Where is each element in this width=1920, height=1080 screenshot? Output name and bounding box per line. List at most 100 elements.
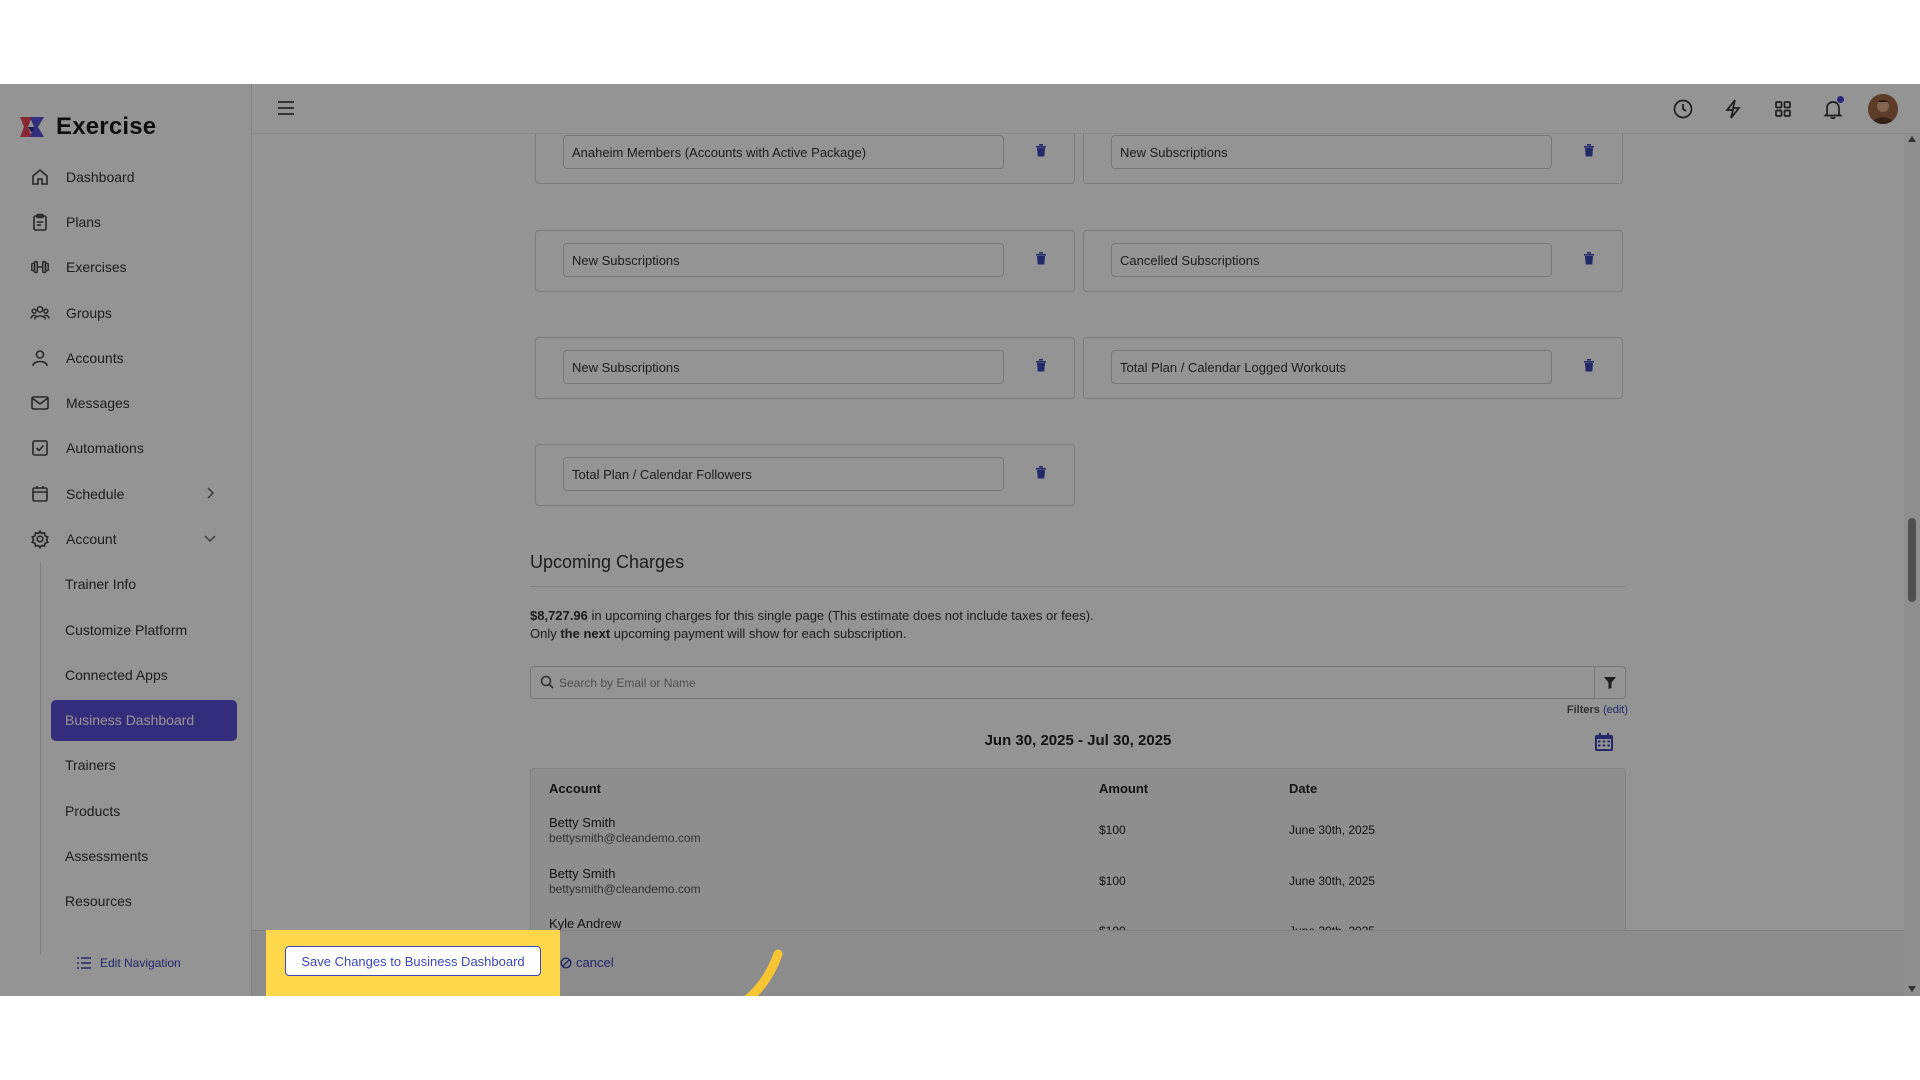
notification-dot xyxy=(1837,96,1844,103)
scrollbar[interactable] xyxy=(1904,134,1920,996)
widget-card: New Subscriptions xyxy=(535,230,1075,292)
trash-icon[interactable] xyxy=(1583,143,1595,162)
avatar[interactable] xyxy=(1868,94,1898,124)
sidebar-item-label: Plans xyxy=(66,213,102,230)
sidebar-item-groups[interactable]: Groups xyxy=(0,290,252,335)
highlight-frame: Save Changes to Business Dashboard xyxy=(266,930,560,996)
widget-card: Total Plan / Calendar Followers xyxy=(535,444,1075,506)
sidebar-item-schedule[interactable]: Schedule xyxy=(0,471,252,516)
mail-icon xyxy=(30,393,50,413)
filters-edit-link[interactable]: (edit) xyxy=(1603,704,1628,716)
sidebar-item-business-dashboard[interactable]: Business Dashboard xyxy=(51,699,237,741)
upcoming-summary-text: in upcoming charges for this single page… xyxy=(587,608,1094,623)
scroll-up-icon[interactable] xyxy=(1908,136,1916,142)
clock-icon[interactable] xyxy=(1668,94,1698,124)
column-header-account: Account xyxy=(549,781,601,796)
chevron-right-icon[interactable] xyxy=(202,485,218,501)
sidebar-item-accounts[interactable]: Accounts xyxy=(0,335,252,380)
trash-icon[interactable] xyxy=(1583,358,1595,377)
app-name: Exercise xyxy=(56,113,157,140)
filters-label: Filters (edit) xyxy=(1567,704,1628,716)
sidebar-item-label: Groups xyxy=(66,304,112,321)
row-amount: $100 xyxy=(1099,874,1126,888)
sidebar-item-label: Accounts xyxy=(66,349,124,366)
filter-button[interactable] xyxy=(1594,667,1625,698)
logo-icon xyxy=(18,113,46,141)
sidebar-item-messages[interactable]: Messages xyxy=(0,380,252,425)
trash-icon[interactable] xyxy=(1583,251,1595,270)
dumbbell-icon xyxy=(30,257,50,277)
top-bar xyxy=(252,84,1920,134)
row-date: June 30th, 2025 xyxy=(1289,874,1376,888)
sidebar-item-label: Automations xyxy=(66,440,144,457)
widget-select[interactable]: Total Plan / Calendar Logged Workouts xyxy=(1111,350,1552,384)
widget-select[interactable]: Cancelled Subscriptions xyxy=(1111,243,1552,277)
edit-navigation-link[interactable]: Edit Navigation xyxy=(76,956,181,970)
sidebar-item-customize-platform[interactable]: Customize Platform xyxy=(0,607,252,652)
home-icon xyxy=(30,167,50,187)
filter-icon xyxy=(1604,676,1616,689)
row-email: bettysmith@cleandemo.com xyxy=(549,882,701,896)
sidebar-item-dashboard[interactable]: Dashboard xyxy=(0,154,252,199)
app-logo[interactable]: Exercise xyxy=(18,112,156,142)
sidebar-item-automations[interactable]: Automations xyxy=(0,426,252,471)
row-email: bettysmith@cleandemo.com xyxy=(549,831,701,845)
row-name: Betty Smith xyxy=(549,866,616,881)
user-icon xyxy=(30,348,50,368)
table-row[interactable]: Betty Smith bettysmith@cleandemo.com $10… xyxy=(531,856,1625,906)
list-icon xyxy=(77,957,91,969)
sidebar-nav: Dashboard Plans Exercises Groups Account… xyxy=(0,154,252,954)
widget-select[interactable]: New Subscriptions xyxy=(563,350,1004,384)
widget-select[interactable]: New Subscriptions xyxy=(563,243,1004,277)
upcoming-note: Only the next upcoming payment will show… xyxy=(530,626,906,641)
widget-select[interactable]: Anaheim Members (Accounts with Active Pa… xyxy=(563,135,1004,169)
upcoming-amount: $8,727.96 xyxy=(530,608,588,623)
sidebar-item-label: Exercises xyxy=(66,259,127,276)
widget-select[interactable]: New Subscriptions xyxy=(1111,135,1552,169)
widget-card: New Subscriptions xyxy=(535,337,1075,399)
widget-card: Total Plan / Calendar Logged Workouts xyxy=(1083,337,1623,399)
sidebar-item-plans[interactable]: Plans xyxy=(0,199,252,244)
trash-icon[interactable] xyxy=(1035,143,1047,162)
trash-icon[interactable] xyxy=(1035,358,1047,377)
pointer-arrow-icon xyxy=(744,949,783,996)
sidebar-item-label: Messages xyxy=(66,395,130,412)
sidebar-item-products[interactable]: Products xyxy=(0,788,252,833)
sidebar-item-resources[interactable]: Resources xyxy=(0,878,252,923)
scroll-down-icon[interactable] xyxy=(1908,986,1916,992)
sidebar-item-account[interactable]: Account xyxy=(0,516,252,561)
row-name: Betty Smith xyxy=(549,815,616,830)
calendar-icon xyxy=(30,484,50,504)
trash-icon[interactable] xyxy=(1035,251,1047,270)
lightning-icon[interactable] xyxy=(1718,94,1748,124)
search-input[interactable]: Search by Email or Name xyxy=(530,666,1626,699)
menu-toggle-icon[interactable] xyxy=(276,99,296,122)
note-emphasis: the next xyxy=(560,626,611,641)
trash-icon[interactable] xyxy=(1035,465,1047,484)
table-row[interactable]: Betty Smith bettysmith@cleandemo.com $10… xyxy=(531,805,1625,855)
divider xyxy=(530,586,1626,587)
top-bar-actions xyxy=(1648,94,1898,124)
bell-icon[interactable] xyxy=(1818,94,1848,124)
main-content: Anaheim Members (Accounts with Active Pa… xyxy=(252,134,1902,996)
chevron-down-icon[interactable] xyxy=(202,530,218,546)
search-icon xyxy=(540,675,554,694)
widget-card: Anaheim Members (Accounts with Active Pa… xyxy=(535,134,1075,184)
save-button[interactable]: Save Changes to Business Dashboard xyxy=(285,946,541,976)
sidebar-item-trainer-info[interactable]: Trainer Info xyxy=(0,562,252,607)
note-text: upcoming payment will show for each subs… xyxy=(610,626,907,641)
sidebar-item-connected-apps[interactable]: Connected Apps xyxy=(0,652,252,697)
grid-icon[interactable] xyxy=(1768,94,1798,124)
users-icon xyxy=(30,303,50,323)
upcoming-summary: $8,727.96 in upcoming charges for this s… xyxy=(530,608,1094,623)
sidebar-item-trainers[interactable]: Trainers xyxy=(0,743,252,788)
sidebar-item-assessments[interactable]: Assessments xyxy=(0,833,252,878)
account-submenu: Trainer Info Customize Platform Connecte… xyxy=(0,561,252,954)
scrollbar-thumb[interactable] xyxy=(1908,518,1916,602)
sidebar-item-exercises[interactable]: Exercises xyxy=(0,245,252,290)
submenu-divider xyxy=(40,561,41,954)
column-header-date: Date xyxy=(1289,781,1318,796)
calendar-icon[interactable] xyxy=(1594,732,1614,757)
widget-select[interactable]: Total Plan / Calendar Followers xyxy=(563,457,1004,491)
filters-text: Filters xyxy=(1566,704,1600,716)
